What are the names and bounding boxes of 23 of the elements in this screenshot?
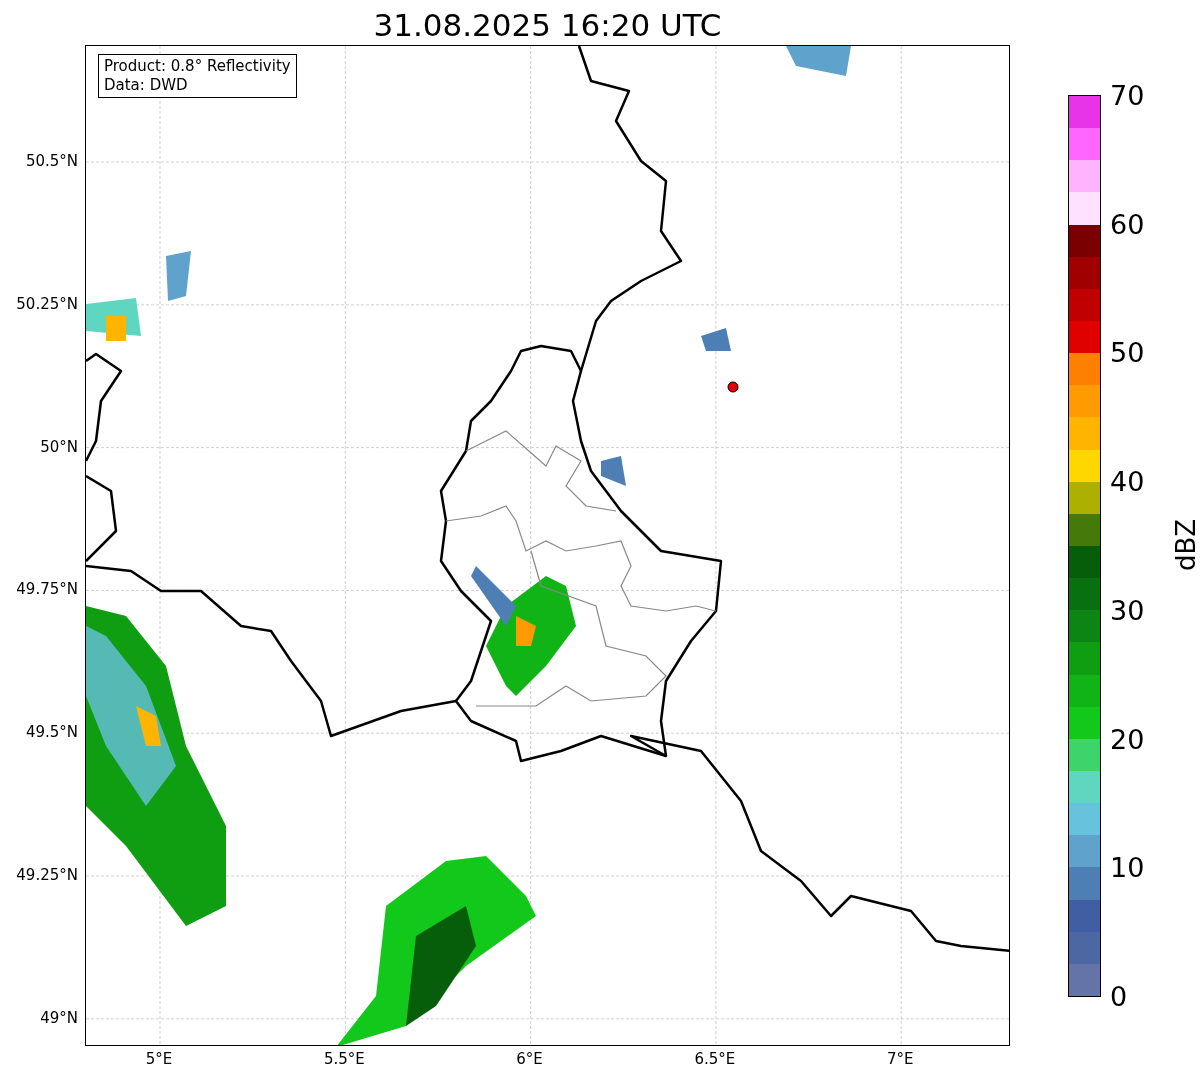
colorbar-tick-label: 40 [1110,467,1145,498]
colorbar-tick-label: 10 [1110,853,1145,884]
longitude-label: 5.5°E [322,1050,366,1068]
longitude-label: 6°E [515,1050,544,1068]
chart-title: 31.08.2025 16:20 UTC [372,6,723,45]
info-box: Product: 0.8° Reflectivity Data: DWD [98,54,297,98]
latitude-label: 49.75°N [16,580,78,599]
colorbar-tick-label: 60 [1110,209,1145,240]
latitude-label: 49°N [40,1008,78,1027]
colorbar-tick-label: 50 [1110,338,1145,369]
colorbar-label: dBZ [1171,518,1202,572]
longitude-label: 7°E [885,1050,915,1068]
latitude-label: 49.5°N [25,723,78,742]
longitude-label: 6.5°E [693,1050,737,1068]
latitude-label: 50.5°N [25,152,78,170]
latitude-label: 50°N [40,437,78,456]
colorbar-tick-label: 20 [1110,724,1145,755]
colorbar-tick-label: 70 [1110,81,1145,111]
longitude-label: 5°E [144,1050,174,1068]
latitude-label: 50.25°N [16,294,78,313]
latitude-label: 49.25°N [16,866,78,884]
colorbar-tick-label: 30 [1110,595,1145,626]
colorbar-tick-label: 0 [1110,982,1128,1012]
